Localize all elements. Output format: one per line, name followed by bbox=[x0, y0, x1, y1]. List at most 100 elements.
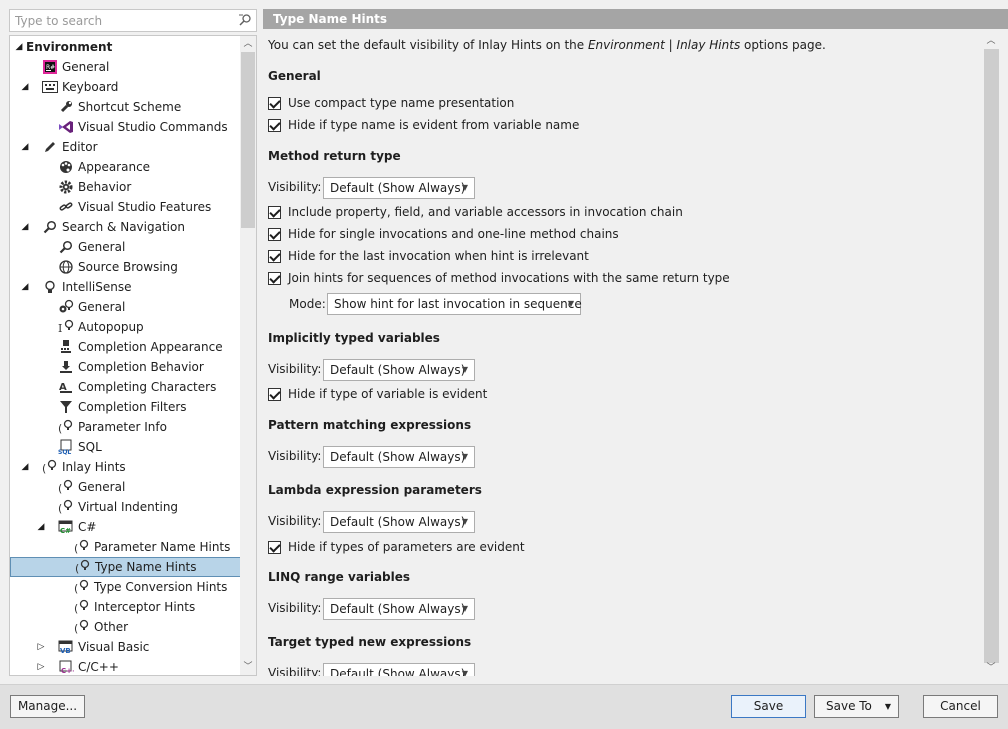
collapse-arrow-icon[interactable]: ◢ bbox=[20, 137, 30, 157]
inlay-hints-icon: ( bbox=[58, 479, 74, 495]
tree-item-completion-appearance[interactable]: Completion Appearance bbox=[10, 337, 241, 357]
visibility-label: Visibility: bbox=[268, 601, 322, 615]
tree-item-autopopup[interactable]: I Autopopup bbox=[10, 317, 241, 337]
chevron-down-icon: ▼ bbox=[461, 604, 468, 613]
tree-item-shortcut-scheme[interactable]: Shortcut Scheme bbox=[10, 97, 241, 117]
tree-item-label: General bbox=[62, 60, 110, 74]
mode-label: Mode: bbox=[289, 297, 326, 311]
tree-item-environment[interactable]: ◢ Environment bbox=[10, 37, 241, 57]
checkbox-box[interactable] bbox=[268, 227, 281, 241]
scroll-down-icon[interactable]: ﹀ bbox=[240, 659, 256, 675]
tree-item-type-name-hints[interactable]: (Type Name Hints bbox=[10, 557, 241, 577]
expand-arrow-icon[interactable]: ▷ bbox=[36, 657, 46, 675]
tree-item-type-conversion-hints[interactable]: (Type Conversion Hints bbox=[10, 577, 241, 597]
checkbox-box[interactable] bbox=[268, 205, 281, 219]
implicit-visibility-dropdown[interactable]: Default (Show Always) ▼ bbox=[323, 359, 475, 381]
checkbox-box[interactable] bbox=[268, 271, 281, 285]
inlay-hints-icon: ( bbox=[75, 559, 91, 575]
visibility-label: Visibility: bbox=[268, 449, 322, 463]
tree-item-label: IntelliSense bbox=[62, 280, 132, 294]
pattern-visibility-dropdown[interactable]: Default (Show Always) ▼ bbox=[323, 446, 475, 468]
collapse-arrow-icon[interactable]: ◢ bbox=[20, 77, 30, 97]
tree-item-general[interactable]: (General bbox=[10, 477, 241, 497]
tree-item-general[interactable]: General bbox=[10, 237, 241, 257]
section-pattern-title: Pattern matching expressions bbox=[268, 418, 472, 432]
tree-item-parameter-info[interactable]: (Parameter Info bbox=[10, 417, 241, 437]
scroll-up-icon[interactable]: ︿ bbox=[983, 33, 999, 49]
tree-item-intellisense[interactable]: ◢ IntelliSense bbox=[10, 277, 241, 297]
completing-characters-icon: A bbox=[58, 379, 74, 395]
scroll-down-icon[interactable]: ﹀ bbox=[983, 660, 999, 676]
method-return-visibility-dropdown[interactable]: Default (Show Always) ▼ bbox=[323, 177, 475, 199]
hide-type-of-variable-evident-checkbox[interactable]: Hide if type of variable is evident bbox=[268, 385, 487, 403]
linq-visibility-dropdown[interactable]: Default (Show Always) ▼ bbox=[323, 598, 475, 620]
collapse-arrow-icon[interactable]: ◢ bbox=[20, 217, 30, 237]
tree-scrollbar[interactable]: ︿ ﹀ bbox=[240, 36, 256, 675]
include-accessors-checkbox[interactable]: Include property, field, and variable ac… bbox=[268, 203, 683, 221]
checkbox-box[interactable] bbox=[268, 249, 281, 263]
tree-item-interceptor-hints[interactable]: (Interceptor Hints bbox=[10, 597, 241, 617]
scroll-up-icon[interactable]: ︿ bbox=[240, 36, 256, 52]
collapse-arrow-icon[interactable]: ◢ bbox=[14, 37, 24, 57]
mode-dropdown[interactable]: Show hint for last invocation in sequenc… bbox=[327, 293, 582, 315]
tree-item-completing-characters[interactable]: A Completing Characters bbox=[10, 377, 241, 397]
tree-item-general[interactable]: R# General bbox=[10, 57, 241, 77]
tree-item-inlay-hints[interactable]: ◢ (Inlay Hints bbox=[10, 457, 241, 477]
hide-single-invocations-checkbox[interactable]: Hide for single invocations and one-line… bbox=[268, 225, 619, 243]
search-input[interactable] bbox=[10, 10, 230, 31]
tree-item-virtual-indenting[interactable]: (Virtual Indenting bbox=[10, 497, 241, 517]
tree-item-completion-behavior[interactable]: Completion Behavior bbox=[10, 357, 241, 377]
checkbox-box[interactable] bbox=[268, 540, 281, 554]
hide-evident-from-variable-checkbox[interactable]: Hide if type name is evident from variab… bbox=[268, 116, 579, 134]
collapse-arrow-icon[interactable]: ◢ bbox=[20, 457, 30, 477]
cancel-button[interactable]: Cancel bbox=[923, 695, 998, 718]
tree-item-label: Completion Behavior bbox=[78, 360, 204, 374]
tree-item-completion-filters[interactable]: Completion Filters bbox=[10, 397, 241, 417]
target-new-visibility-dropdown[interactable]: Default (Show Always) ▼ bbox=[323, 663, 475, 676]
settings-search-box[interactable] bbox=[9, 9, 257, 32]
autopopup-icon: I bbox=[58, 319, 74, 335]
tree-item-keyboard[interactable]: ◢ Keyboard bbox=[10, 77, 241, 97]
tree-item-editor[interactable]: ◢ Editor bbox=[10, 137, 241, 157]
compact-type-name-checkbox[interactable]: Use compact type name presentation bbox=[268, 94, 514, 112]
tree-item-general[interactable]: General bbox=[10, 297, 241, 317]
lambda-visibility-dropdown[interactable]: Default (Show Always) ▼ bbox=[323, 511, 475, 533]
settings-tree[interactable]: ◢ Environment R# General ◢ Keyboard Shortcut S… bbox=[9, 35, 257, 676]
tree-item-behavior[interactable]: Behavior bbox=[10, 177, 241, 197]
hide-last-invocation-checkbox[interactable]: Hide for the last invocation when hint i… bbox=[268, 247, 589, 265]
content-scrollbar[interactable]: ︿ ﹀ bbox=[983, 33, 1000, 676]
tree-item-other[interactable]: (Other bbox=[10, 617, 241, 637]
tree-item-source-browsing[interactable]: Source Browsing bbox=[10, 257, 241, 277]
tree-item-parameter-name-hints[interactable]: (Parameter Name Hints bbox=[10, 537, 241, 557]
tree-item-search-navigation[interactable]: ◢ Search & Navigation bbox=[10, 217, 241, 237]
tree-item-c[interactable]: ◢ C# C# bbox=[10, 517, 241, 537]
chevron-down-icon: ▼ bbox=[461, 517, 468, 526]
tree-item-label: Behavior bbox=[78, 180, 132, 194]
checkbox-box[interactable] bbox=[268, 118, 281, 132]
tree-item-visual-basic[interactable]: ▷ VB Visual Basic bbox=[10, 637, 241, 657]
tree-item-c-c[interactable]: ▷ C++ C/C++ bbox=[10, 657, 241, 675]
manage-button[interactable]: Manage... bbox=[10, 695, 85, 718]
tree-item-sql[interactable]: SQL SQL bbox=[10, 437, 241, 457]
tree-item-visual-studio-features[interactable]: Visual Studio Features bbox=[10, 197, 241, 217]
tree-item-appearance[interactable]: Appearance bbox=[10, 157, 241, 177]
expand-arrow-icon[interactable]: ▷ bbox=[36, 637, 46, 657]
save-button[interactable]: Save bbox=[731, 695, 806, 718]
collapse-arrow-icon[interactable]: ◢ bbox=[36, 517, 46, 537]
chevron-down-icon[interactable]: ▼ bbox=[885, 696, 891, 717]
content-scroll-thumb[interactable] bbox=[984, 49, 999, 663]
hide-parameter-types-evident-checkbox[interactable]: Hide if types of parameters are evident bbox=[268, 538, 525, 556]
checkbox-box[interactable] bbox=[268, 96, 281, 110]
collapse-arrow-icon[interactable]: ◢ bbox=[20, 277, 30, 297]
tree-item-visual-studio-commands[interactable]: Visual Studio Commands bbox=[10, 117, 241, 137]
checkbox-box[interactable] bbox=[268, 387, 281, 401]
tree-scroll-thumb[interactable] bbox=[241, 52, 255, 228]
svg-text:(: ( bbox=[74, 582, 78, 595]
search-options-icon[interactable] bbox=[238, 13, 252, 30]
tree-item-label: General bbox=[78, 300, 126, 314]
visibility-label: Visibility: bbox=[268, 666, 322, 676]
resharper-icon: R# bbox=[42, 59, 58, 75]
join-hints-checkbox[interactable]: Join hints for sequences of method invoc… bbox=[268, 269, 730, 287]
keyboard-icon bbox=[42, 79, 58, 95]
save-to-button[interactable]: Save To ▼ bbox=[814, 695, 899, 718]
